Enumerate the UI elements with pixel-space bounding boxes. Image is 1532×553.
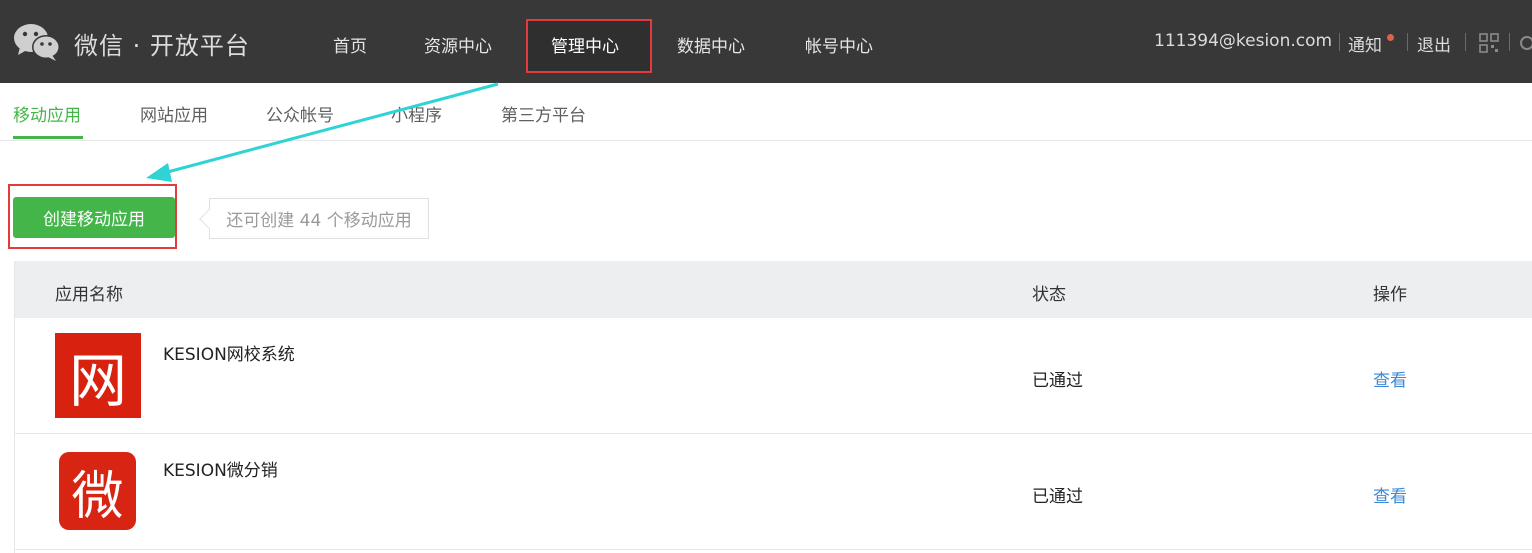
nav-management[interactable]: 管理中心 [551,32,619,57]
header-app-name: 应用名称 [55,285,123,305]
globe-icon[interactable] [1520,36,1532,50]
wechat-logo-icon [14,24,60,61]
view-link[interactable]: 查看 [1373,366,1407,391]
app-name: KESION网校系统 [163,345,295,365]
tab-mini-programs[interactable]: 小程序 [391,101,442,126]
qrcode-icon[interactable] [1479,33,1499,53]
app-status: 已通过 [1032,487,1083,507]
header-actions: 操作 [1373,285,1407,305]
app-table: 应用名称 状态 操作 网 KESION网校系统 已通过 查看 微 KESION微… [14,261,1532,553]
logout-link[interactable]: 退出 [1417,31,1451,56]
divider [1407,33,1408,51]
quota-tooltip: 还可创建 44 个移动应用 [209,198,429,239]
tab-mobile-apps[interactable]: 移动应用 [13,101,81,126]
view-link[interactable]: 查看 [1373,482,1407,507]
nav-home[interactable]: 首页 [333,32,367,57]
account-email[interactable]: 111394@kesion.com [1154,31,1332,51]
header-status: 状态 [1032,285,1066,305]
notice-link[interactable]: 通知 [1348,31,1382,56]
table-row: 网 KESION网校系统 已通过 查看 [15,318,1532,434]
brand-title[interactable]: 微信 · 开放平台 [74,26,250,61]
top-navbar: 微信 · 开放平台 首页 资源中心 管理中心 数据中心 帐号中心 111394@… [0,0,1532,83]
divider [1509,33,1510,51]
notice-dot-icon [1387,34,1394,41]
tab-official-accounts[interactable]: 公众帐号 [266,101,334,126]
table-row: 微 KESION微分销 已通过 查看 [15,434,1532,550]
tab-website-apps[interactable]: 网站应用 [140,101,208,126]
nav-resources[interactable]: 资源中心 [424,32,492,57]
sub-tabs: 移动应用 网站应用 公众帐号 小程序 第三方平台 [0,83,1532,141]
create-mobile-app-button[interactable]: 创建移动应用 [13,197,175,238]
app-name: KESION微分销 [163,461,278,481]
nav-account[interactable]: 帐号中心 [805,32,873,57]
app-status: 已通过 [1032,371,1083,391]
app-icon: 微 [59,452,136,530]
table-header: 应用名称 状态 操作 [15,261,1532,318]
divider [1465,33,1466,51]
tab-third-party[interactable]: 第三方平台 [501,101,586,126]
active-tab-indicator [13,136,83,139]
nav-data[interactable]: 数据中心 [677,32,745,57]
quota-text: 还可创建 44 个移动应用 [226,211,412,231]
divider [1339,33,1340,51]
app-icon: 网 [55,333,141,418]
